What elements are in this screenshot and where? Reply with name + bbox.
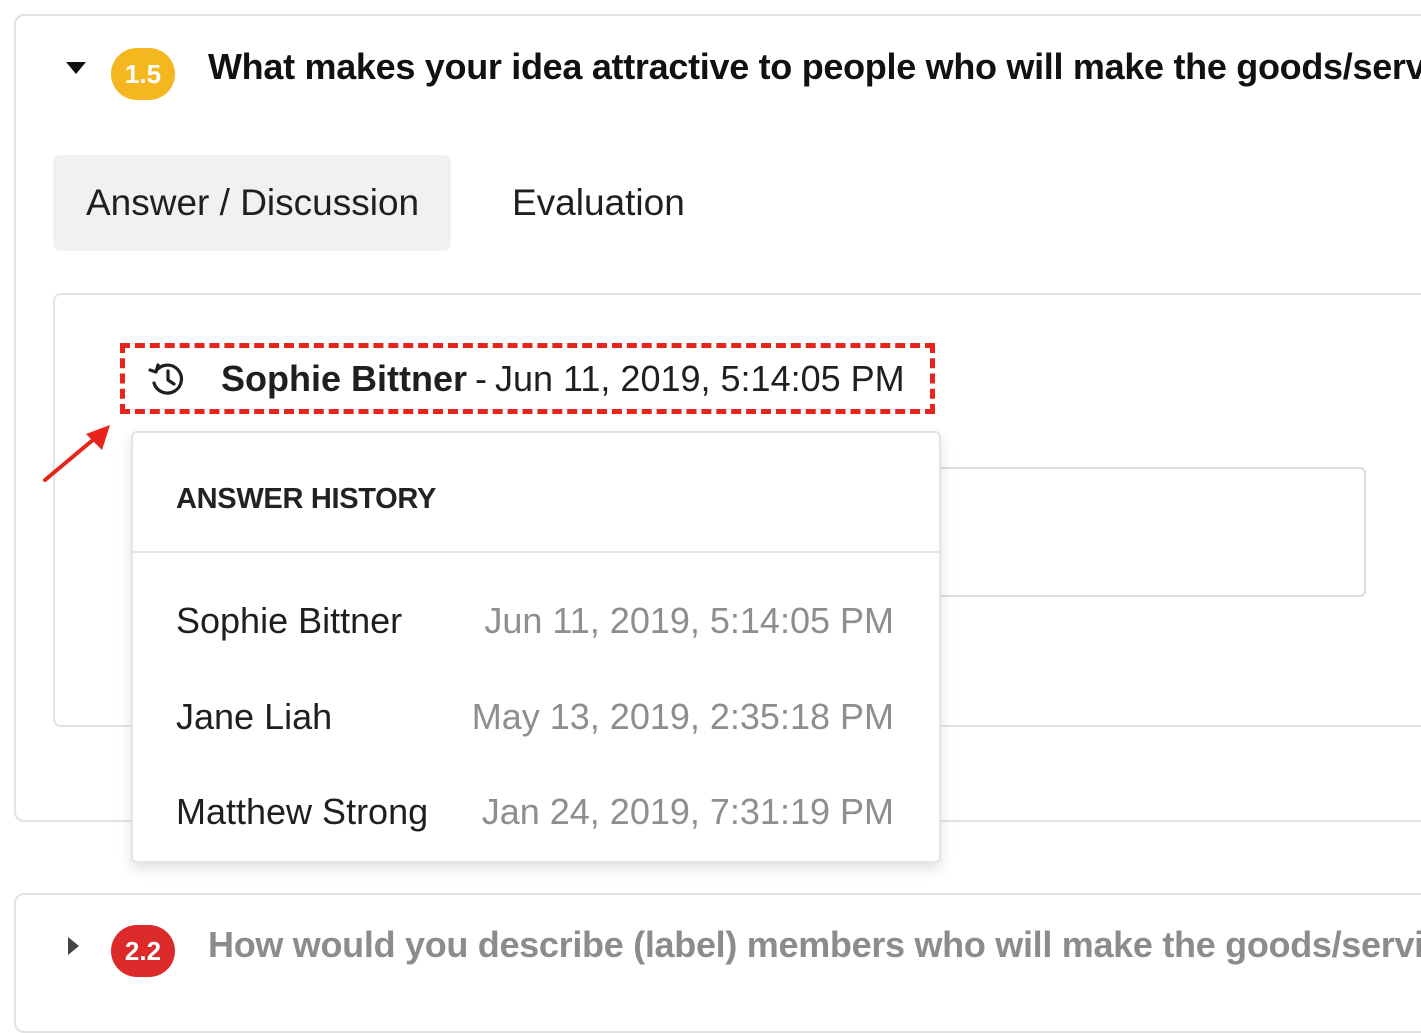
annotation-arrow-icon	[43, 425, 110, 482]
history-entry-date: Jun 11, 2019, 5:14:05 PM	[484, 600, 894, 641]
tab-evaluation[interactable]: Evaluation	[512, 155, 685, 251]
current-answer-user: Sophie Bittner	[221, 357, 468, 399]
history-entry[interactable]: Jane Liah May 13, 2019, 2:35:18 PM	[176, 693, 894, 741]
tab-label: Answer / Discussion	[86, 182, 420, 223]
divider	[133, 551, 939, 553]
collapse-caret-icon[interactable]	[66, 62, 86, 74]
history-entry-date: May 13, 2019, 2:35:18 PM	[471, 696, 894, 737]
history-entry-user: Matthew Strong	[176, 791, 429, 832]
tab-label: Evaluation	[512, 182, 685, 223]
history-entry-user: Jane Liah	[176, 696, 333, 737]
question-number: 2.2	[124, 935, 162, 966]
question-title[interactable]: What makes your idea attractive to peopl…	[208, 46, 1421, 88]
history-entry[interactable]: Sophie Bittner Jun 11, 2019, 5:14:05 PM	[176, 597, 894, 645]
question-number-badge: 2.2	[111, 925, 175, 977]
answer-input[interactable]	[900, 467, 1366, 597]
tab-answer-discussion[interactable]: Answer / Discussion	[53, 155, 451, 251]
expand-caret-icon[interactable]	[68, 937, 79, 955]
current-answer-date: Jun 11, 2019, 5:14:05 PM	[495, 357, 905, 399]
history-entry[interactable]: Matthew Strong Jan 24, 2019, 7:31:19 PM	[176, 788, 894, 836]
history-entry-date: Jan 24, 2019, 7:31:19 PM	[481, 791, 894, 832]
question-title[interactable]: How would you describe (label) members w…	[208, 924, 1421, 966]
question-number: 1.5	[124, 58, 162, 89]
answer-history-header: ANSWER HISTORY	[176, 483, 437, 515]
current-answer-separator: -	[475, 357, 488, 399]
answer-history-trigger[interactable]: Sophie Bittner - Jun 11, 2019, 5:14:05 P…	[120, 343, 935, 414]
history-icon	[148, 362, 184, 395]
history-entry-user: Sophie Bittner	[176, 600, 403, 641]
question-number-badge: 1.5	[111, 48, 175, 100]
answer-history-dropdown: ANSWER HISTORY Sophie Bittner Jun 11, 20…	[131, 431, 941, 863]
